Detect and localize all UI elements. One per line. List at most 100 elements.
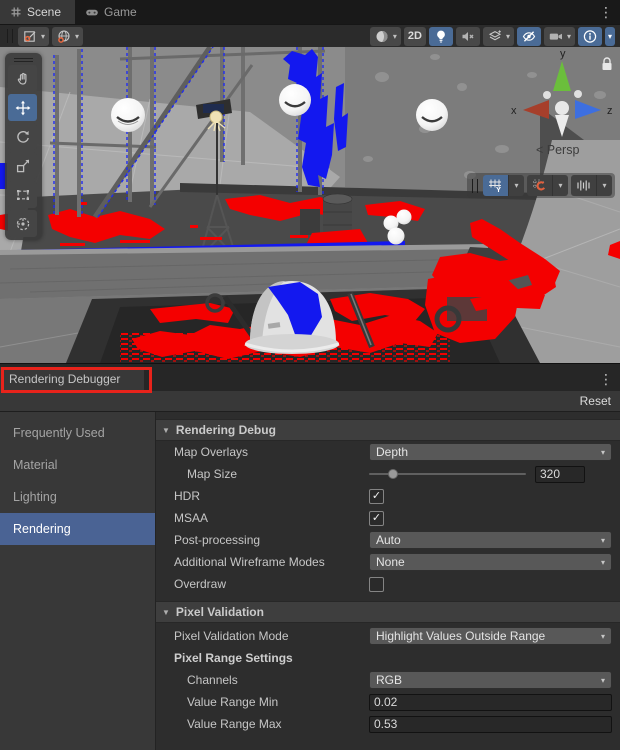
channels-dropdown[interactable]: RGB ▾ xyxy=(369,671,612,689)
sidebar-item-lighting[interactable]: Lighting xyxy=(0,481,155,513)
scene-visibility-globe-button[interactable]: ▾ xyxy=(52,27,83,46)
row-pixel-validation-mode: Pixel Validation Mode Highlight Values O… xyxy=(156,625,620,647)
dropdown-arrow-icon: ▾ xyxy=(601,448,605,457)
hdr-label: HDR xyxy=(156,489,369,503)
msaa-label: MSAA xyxy=(156,511,369,525)
reset-button[interactable]: Reset xyxy=(580,394,611,408)
globe-icon xyxy=(56,29,72,44)
section-title: Pixel Validation xyxy=(176,605,264,619)
perspective-toggle-label[interactable]: < Persp xyxy=(536,143,579,157)
debugger-window-menu-icon[interactable]: ⋮ xyxy=(599,370,613,388)
dropdown-arrow-icon: ▾ xyxy=(608,32,612,41)
overdraw-checkbox[interactable] xyxy=(369,577,384,592)
hdr-checkbox[interactable]: ✓ xyxy=(369,489,384,504)
increment-snap-button[interactable] xyxy=(571,175,596,196)
msaa-checkbox[interactable]: ✓ xyxy=(369,511,384,526)
tool-move-button[interactable] xyxy=(8,94,37,121)
debugger-panel: ▼ Rendering Debug Map Overlays Depth ▾ M… xyxy=(156,412,620,750)
tool-view-hand-button[interactable] xyxy=(8,65,37,92)
scene-lighting-toggle-button[interactable] xyxy=(429,27,453,46)
channels-label: Channels xyxy=(156,673,369,687)
overdraw-label: Overdraw xyxy=(156,577,369,591)
tab-game-label: Game xyxy=(104,5,137,19)
gizmos-dropdown-button[interactable]: ▾ xyxy=(605,27,615,46)
audio-muted-icon xyxy=(460,29,476,44)
slider-thumb[interactable] xyxy=(388,469,398,479)
value-range-max-input[interactable] xyxy=(369,716,612,733)
grid-snap-toolbar: Y ▾ ▾ xyxy=(467,173,615,198)
tab-scene-label: Scene xyxy=(27,5,61,19)
sidebar-item-rendering[interactable]: Rendering xyxy=(0,513,155,545)
grid-axis-icon: Y xyxy=(488,178,503,193)
pixel-range-settings-label: Pixel Range Settings xyxy=(156,651,369,665)
shaded-sphere-icon xyxy=(374,29,390,44)
increment-snap-group: ▾ xyxy=(571,175,612,196)
gizmos-info-button[interactable] xyxy=(578,27,602,46)
additional-wireframe-modes-dropdown[interactable]: None ▾ xyxy=(369,553,612,571)
row-channels: Channels RGB ▾ xyxy=(156,669,620,691)
scale-icon xyxy=(15,158,31,174)
value-range-min-input[interactable] xyxy=(369,694,612,711)
scene-view-toolbar: ▾ ▾ ▾ 2D xyxy=(0,24,620,47)
post-processing-label: Post-processing xyxy=(156,533,369,547)
scene-viewport[interactable]: y x z < Persp xyxy=(0,47,620,363)
pixel-validation-mode-dropdown[interactable]: Highlight Values Outside Range ▾ xyxy=(369,627,612,645)
2d-label: 2D xyxy=(408,30,422,42)
sidebar-item-label: Material xyxy=(13,458,57,472)
section-rendering-debug[interactable]: ▼ Rendering Debug xyxy=(156,419,620,441)
map-overlays-dropdown[interactable]: Depth ▾ xyxy=(369,443,612,461)
rendering-debugger-tab[interactable]: Rendering Debugger xyxy=(0,367,144,391)
draw-mode-button[interactable]: ▾ xyxy=(370,27,401,46)
sidebar-item-frequently-used[interactable]: Frequently Used xyxy=(0,417,155,449)
dropdown-value: Depth xyxy=(376,445,408,459)
map-size-slider[interactable] xyxy=(369,466,526,482)
snapbar-grip[interactable] xyxy=(472,179,478,193)
camera-settings-button[interactable]: ▾ xyxy=(544,27,575,46)
tool-scale-button[interactable] xyxy=(8,152,37,179)
dropdown-arrow-icon: ▾ xyxy=(506,32,510,41)
grid-snap-dropdown-button[interactable]: ▾ xyxy=(552,175,568,196)
disclosure-triangle-icon: ▼ xyxy=(162,426,170,435)
grid-snap-button[interactable] xyxy=(527,175,552,196)
row-map-size: Map Size xyxy=(156,463,620,485)
snap-magnet-icon xyxy=(532,178,547,193)
grid-dropdown-button[interactable]: ▾ xyxy=(508,175,524,196)
overlay-drag-handle-icon[interactable] xyxy=(14,56,33,63)
dropdown-value: Auto xyxy=(376,533,401,547)
row-map-overlays: Map Overlays Depth ▾ xyxy=(156,441,620,463)
dropdown-arrow-icon: ▾ xyxy=(601,676,605,685)
2d-toggle-button[interactable]: 2D xyxy=(404,27,426,46)
tab-game[interactable]: Game xyxy=(75,0,151,24)
map-size-input[interactable] xyxy=(535,466,585,483)
effects-menu-button[interactable]: ▾ xyxy=(483,27,514,46)
dropdown-value: None xyxy=(376,555,405,569)
row-overdraw: Overdraw xyxy=(156,573,620,595)
audio-toggle-button[interactable] xyxy=(456,27,480,46)
grid-visibility-button[interactable]: Y xyxy=(483,175,508,196)
disclosure-triangle-icon: ▼ xyxy=(162,608,170,617)
scene-picking-button[interactable]: ▾ xyxy=(18,27,49,46)
check-icon: ✓ xyxy=(372,491,381,502)
tab-scene[interactable]: Scene xyxy=(0,0,75,24)
increment-snap-dropdown-button[interactable]: ▾ xyxy=(596,175,612,196)
dropdown-arrow-icon: ▾ xyxy=(601,558,605,567)
row-value-range-max: Value Range Max xyxy=(156,713,620,735)
sidebar-item-material[interactable]: Material xyxy=(0,449,155,481)
rect-tool-icon xyxy=(15,187,31,203)
gizmo-y-label: y xyxy=(560,48,566,60)
scene-visibility-toggle-button[interactable] xyxy=(517,27,541,46)
post-processing-dropdown[interactable]: Auto ▾ xyxy=(369,531,612,549)
section-pixel-validation[interactable]: ▼ Pixel Validation xyxy=(156,601,620,623)
row-pixel-range-settings: Pixel Range Settings xyxy=(156,647,620,669)
row-post-processing: Post-processing Auto ▾ xyxy=(156,529,620,551)
tool-transform-button[interactable] xyxy=(8,210,37,237)
tool-rotate-button[interactable] xyxy=(8,123,37,150)
section-title: Rendering Debug xyxy=(176,423,276,437)
toolbar-grip[interactable] xyxy=(7,29,13,43)
scene-tools-overlay xyxy=(5,53,42,240)
tool-rect-button[interactable] xyxy=(8,181,37,208)
scene-render: y x z < Persp xyxy=(0,47,620,363)
move-icon xyxy=(15,100,31,116)
scene-window-menu-icon[interactable]: ⋮ xyxy=(599,3,613,21)
grid-snap-group: ▾ xyxy=(527,175,568,196)
